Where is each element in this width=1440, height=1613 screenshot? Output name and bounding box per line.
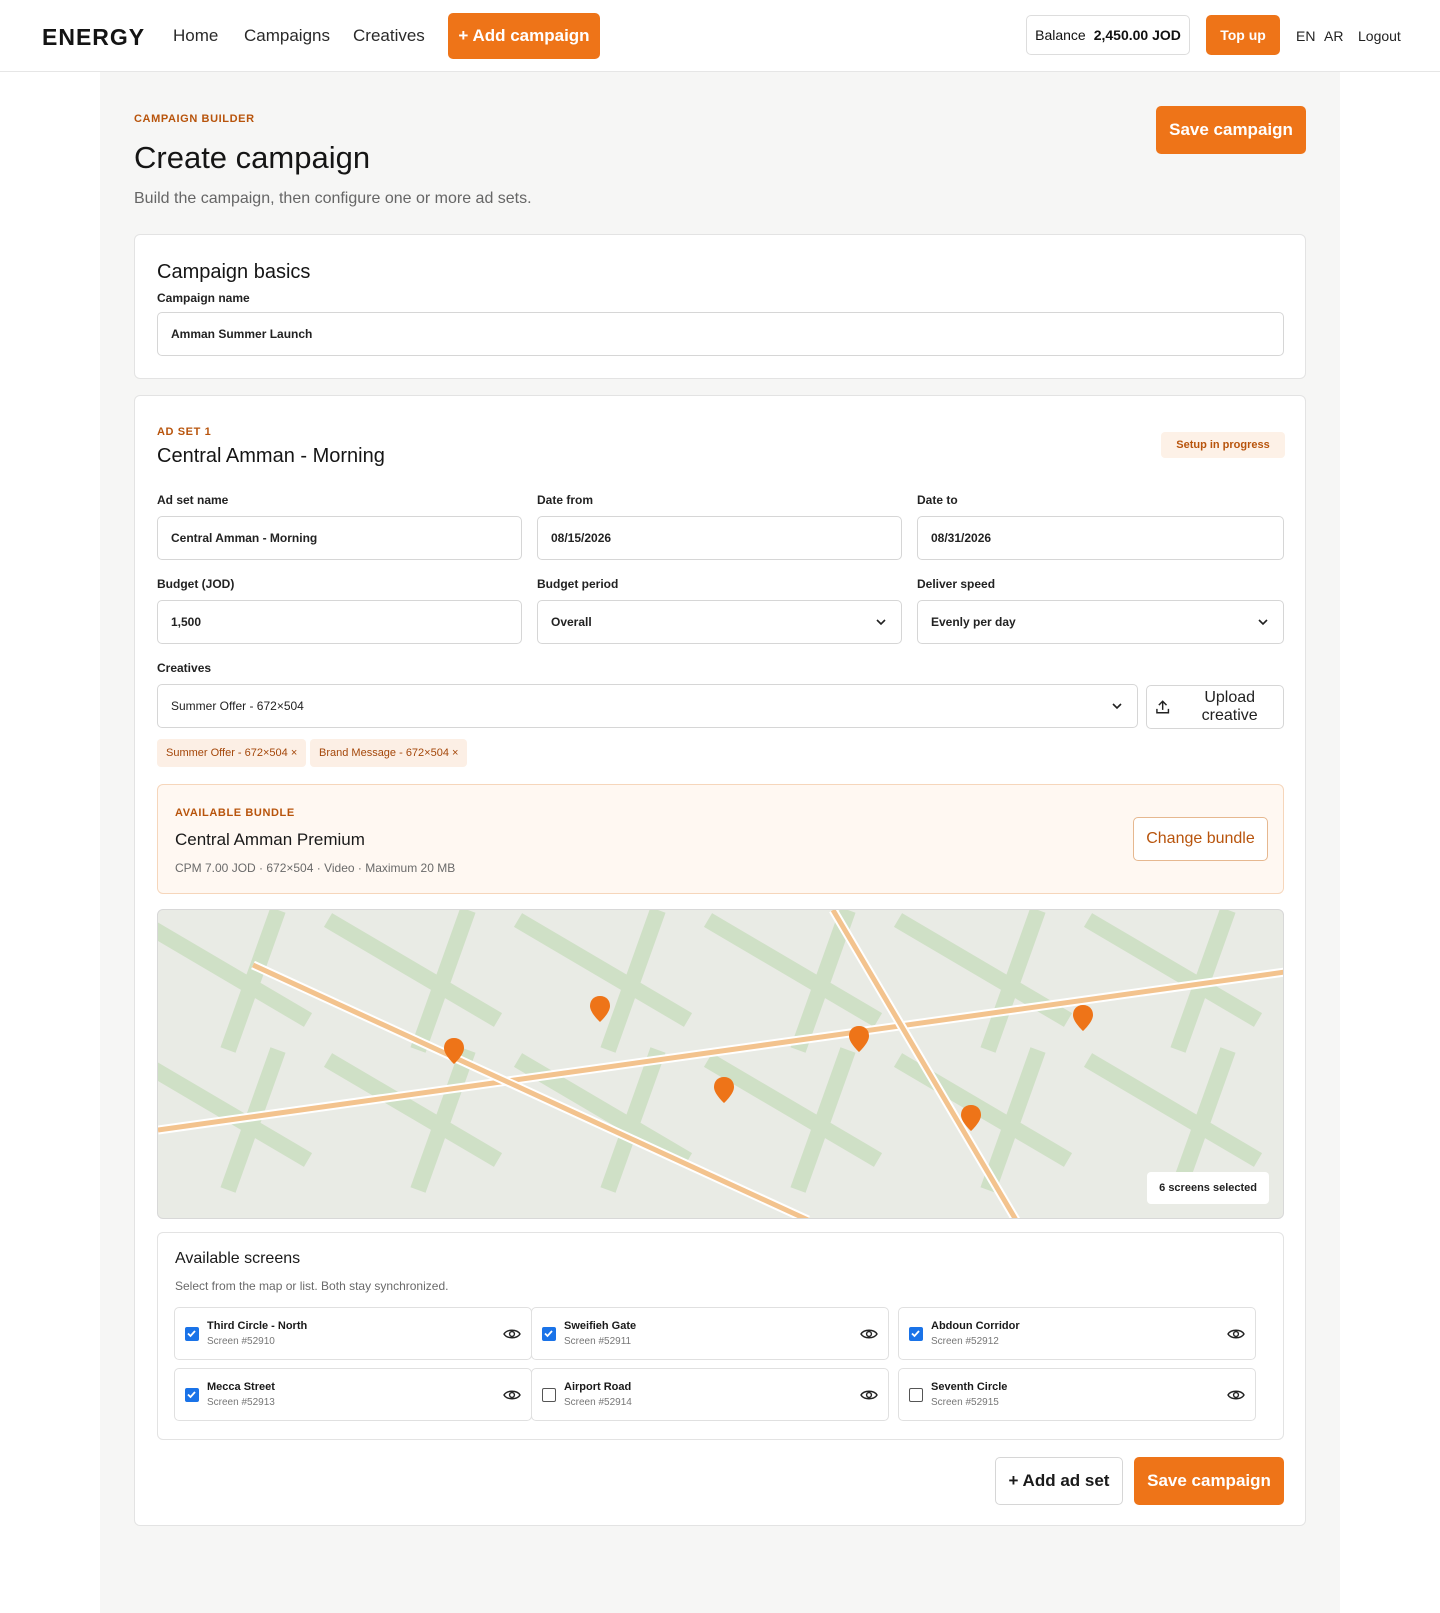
ad-set-name-label: Ad set name [157,493,229,507]
save-campaign-button-top[interactable]: Save campaign [1156,106,1306,154]
add-campaign-button[interactable]: + Add campaign [448,13,600,59]
screen-id: Screen #52912 [931,1336,999,1347]
ad-set-eyebrow: AD SET 1 [157,426,212,438]
nav-link-campaigns[interactable]: Campaigns [244,26,330,46]
budget-label: Budget (JOD) [157,577,235,591]
bundle-eyebrow: AVAILABLE BUNDLE [175,807,295,819]
page-eyebrow: CAMPAIGN BUILDER [134,113,255,125]
checkbox-icon[interactable] [185,1388,199,1402]
screen-item-abdoun-corridor[interactable]: Abdoun Corridor Screen #52912 [898,1307,1256,1360]
campaign-name-label: Campaign name [157,291,250,305]
checkbox-icon[interactable] [542,1388,556,1402]
map-pin-icon[interactable] [1073,1005,1093,1031]
eye-icon[interactable] [1227,1387,1245,1403]
campaign-basics-title: Campaign basics [157,261,311,283]
eye-icon[interactable] [860,1387,878,1403]
screen-item-mecca-street[interactable]: Mecca Street Screen #52913 [174,1368,532,1421]
ad-set-card: AD SET 1 Central Amman - Morning Setup i… [134,395,1306,1526]
screen-name: Abdoun Corridor [931,1320,1020,1332]
page-title: Create campaign [134,140,371,175]
add-ad-set-button[interactable]: + Add ad set [995,1457,1123,1505]
nav-link-home[interactable]: Home [173,26,218,46]
screen-id: Screen #52914 [564,1397,632,1408]
logout-link[interactable]: Logout [1358,28,1401,44]
upload-icon [1156,700,1170,714]
ad-set-title: Central Amman - Morning [157,445,385,467]
balance-display: Balance 2,450.00 JOD [1026,15,1190,55]
lang-en-link[interactable]: EN [1296,28,1315,44]
lang-ar-link[interactable]: AR [1324,28,1343,44]
checkbox-icon[interactable] [909,1327,923,1341]
checkbox-icon[interactable] [909,1388,923,1402]
save-campaign-button-bottom[interactable]: Save campaign [1134,1457,1284,1505]
campaign-name-input[interactable]: Amman Summer Launch [157,312,1284,356]
checkbox-icon[interactable] [185,1327,199,1341]
checkbox-icon[interactable] [542,1327,556,1341]
chevron-down-icon [1258,619,1268,626]
map-pin-icon[interactable] [714,1077,734,1103]
creative-chip-summer-offer[interactable]: Summer Offer - 672×504 × [157,739,307,767]
top-nav: ENERGY Home Campaigns Creatives + Add ca… [0,0,1440,72]
screen-item-third-circle[interactable]: Third Circle - North Screen #52910 [174,1307,532,1360]
screen-id: Screen #52915 [931,1397,999,1408]
budget-period-label: Budget period [537,577,619,591]
screens-map[interactable]: 6 screens selected [157,909,1284,1219]
available-screens-title: Available screens [175,1250,301,1267]
map-pin-icon[interactable] [590,996,610,1022]
bundle-meta: CPM 7.00 JOD · 672×504 · Video · Maximum… [175,861,456,875]
creatives-select[interactable]: Summer Offer - 672×504 [157,684,1138,728]
budget-period-select[interactable]: Overall [537,600,902,644]
available-bundle-panel: AVAILABLE BUNDLE Central Amman Premium C… [157,784,1284,894]
chevron-down-icon [1112,703,1122,710]
budget-period-value: Overall [551,615,592,629]
upload-creative-button[interactable]: Upload creative [1146,685,1284,729]
creatives-label: Creatives [157,661,212,675]
date-from-input[interactable]: 08/15/2026 [537,516,902,560]
screen-name: Seventh Circle [931,1381,1008,1393]
balance-label: Balance [1035,27,1086,43]
available-screens-panel: Available screens Select from the map or… [157,1232,1284,1440]
eye-icon[interactable] [860,1326,878,1342]
date-to-label: Date to [917,493,958,507]
eye-icon[interactable] [503,1387,521,1403]
screens-selected-badge: 6 screens selected [1147,1172,1269,1204]
screen-name: Mecca Street [207,1381,275,1393]
eye-icon[interactable] [1227,1326,1245,1342]
map-pin-icon[interactable] [849,1026,869,1052]
screen-item-seventh-circle[interactable]: Seventh Circle Screen #52915 [898,1368,1256,1421]
status-badge: Setup in progress [1161,432,1285,458]
ad-set-name-input[interactable]: Central Amman - Morning [157,516,522,560]
screen-id: Screen #52913 [207,1397,275,1408]
screen-id: Screen #52910 [207,1336,275,1347]
page-subtitle: Build the campaign, then configure one o… [134,190,532,207]
budget-input[interactable]: 1,500 [157,600,522,644]
screen-name: Airport Road [564,1381,632,1393]
balance-amount: 2,450.00 JOD [1093,27,1181,43]
deliver-speed-select[interactable]: Evenly per day [917,600,1284,644]
screen-item-sweifieh-gate[interactable]: Sweifieh Gate Screen #52911 [531,1307,889,1360]
deliver-speed-label: Deliver speed [917,577,996,591]
chevron-down-icon [876,619,886,626]
campaign-basics-card: Campaign basics Campaign name Amman Summ… [134,234,1306,379]
date-from-label: Date from [537,493,594,507]
screen-name: Sweifieh Gate [564,1320,637,1332]
deliver-speed-value: Evenly per day [931,615,1016,629]
top-up-button[interactable]: Top up [1206,15,1280,55]
eye-icon[interactable] [503,1326,521,1342]
screen-name: Third Circle - North [207,1320,308,1332]
available-screens-subtitle: Select from the map or list. Both stay s… [175,1279,449,1293]
nav-link-creatives[interactable]: Creatives [353,26,425,46]
creatives-value: Summer Offer - 672×504 [171,699,304,713]
upload-creative-label: Upload creative [1201,689,1258,724]
screen-id: Screen #52911 [564,1336,632,1347]
brand-logo[interactable]: ENERGY [42,24,145,51]
screen-item-airport-road[interactable]: Airport Road Screen #52914 [531,1368,889,1421]
map-canvas [158,910,1283,1218]
date-to-input[interactable]: 08/31/2026 [917,516,1284,560]
bundle-name: Central Amman Premium [175,830,365,849]
change-bundle-button[interactable]: Change bundle [1133,817,1268,861]
creative-chip-brand-message[interactable]: Brand Message - 672×504 × [310,739,468,767]
